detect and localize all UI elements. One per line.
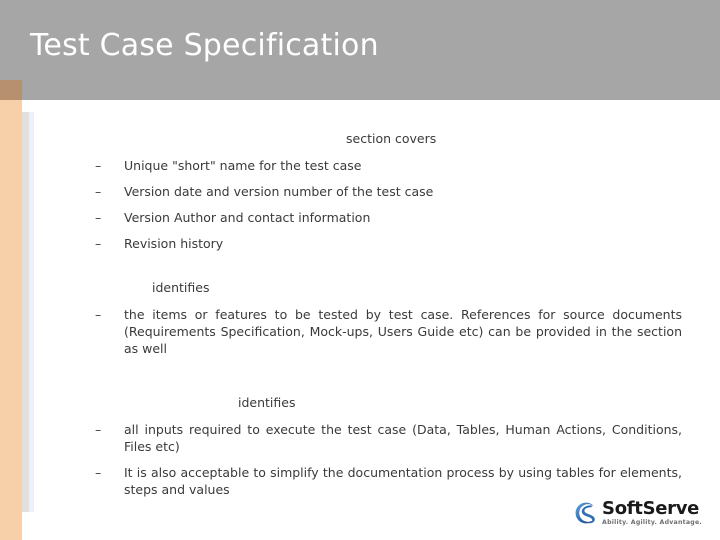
list-item-label: Revision history <box>124 236 224 251</box>
bullet-dash-icon: – <box>95 210 102 225</box>
bullet-dash-icon: – <box>95 465 102 480</box>
list-item-label: Version Author and contact information <box>124 210 371 225</box>
bullet-dash-icon: – <box>95 158 102 173</box>
list-item: – Unique "short" name for the test case <box>90 157 682 174</box>
list-item-label: It is also acceptable to simplify the do… <box>124 465 682 497</box>
list-item: – Version date and version number of the… <box>90 183 682 200</box>
slide-content: section covers – Unique "short" name for… <box>90 130 682 507</box>
content-section-3: identifies – all inputs required to exec… <box>90 394 682 498</box>
softserve-wordmark: SoftServe <box>602 498 700 519</box>
softserve-tagline: Ability. Agility. Advantage. <box>602 519 702 526</box>
list-item-label: the items or features to be tested by te… <box>124 307 682 356</box>
list-item-label: Version date and version number of the t… <box>124 184 434 199</box>
accent-block-tan <box>0 80 22 100</box>
list-item: – Revision history <box>90 235 682 252</box>
list-item-label: Unique "short" name for the test case <box>124 158 362 173</box>
section-1-bullet-list: – Unique "short" name for the test case … <box>90 157 682 252</box>
list-item-label: all inputs required to execute the test … <box>124 422 682 454</box>
list-item: – the items or features to be tested by … <box>90 306 682 357</box>
softserve-logo-text: SoftServe Ability. Agility. Advantage. <box>602 499 702 527</box>
section-2-lead: identifies <box>152 280 210 295</box>
list-item: – all inputs required to execute the tes… <box>90 421 682 455</box>
list-item: – Version Author and contact information <box>90 209 682 226</box>
accent-strip-peach <box>0 100 22 540</box>
slide-root: Test Case Specification section covers –… <box>0 0 720 540</box>
content-section-1: section covers – Unique "short" name for… <box>90 130 682 252</box>
bullet-dash-icon: – <box>95 236 102 251</box>
accent-strip-gray <box>22 112 29 512</box>
section-1-lead: section covers <box>346 131 437 146</box>
softserve-s-swirl-icon <box>574 500 600 526</box>
softserve-logo: SoftServe Ability. Agility. Advantage. <box>574 498 702 528</box>
accent-strip-lavender <box>29 112 34 512</box>
bullet-dash-icon: – <box>95 184 102 199</box>
page-title: Test Case Specification <box>30 28 379 63</box>
section-3-lead: identifies <box>238 395 296 410</box>
content-section-2: identifies – the items or features to be… <box>90 279 682 357</box>
bullet-dash-icon: – <box>95 307 102 322</box>
section-2-bullet-list: – the items or features to be tested by … <box>90 306 682 357</box>
section-3-bullet-list: – all inputs required to execute the tes… <box>90 421 682 498</box>
list-item: – It is also acceptable to simplify the … <box>90 464 682 498</box>
bullet-dash-icon: – <box>95 422 102 437</box>
